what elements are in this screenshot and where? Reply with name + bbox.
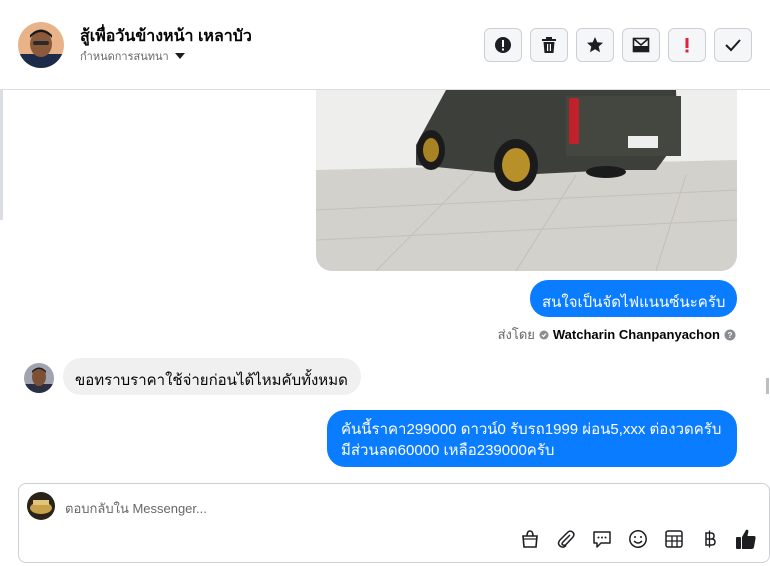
verified-icon (539, 330, 549, 339)
chat-bubble-icon (593, 531, 611, 548)
scrollbar-thumb[interactable] (766, 378, 769, 394)
star-button[interactable] (576, 28, 614, 62)
message-text: ขอทราบราคาใช้จ่ายก่อนได้ไหมคับทั้งหมด (75, 372, 348, 389)
done-button[interactable] (714, 28, 752, 62)
message-text-line: มีส่วนลด60000 เหลือ239000ครับ (341, 442, 555, 459)
like-button[interactable] (733, 526, 759, 552)
conversation-header: สู้เพื่อวันข้างหน้า เหลาบัว กำหนดการสนทน… (0, 0, 770, 90)
appointment-button[interactable] (661, 526, 687, 552)
table-icon (665, 530, 683, 548)
outgoing-message[interactable]: คันนี้ราคา299000 ดาวน์0 รับรถ1999 ผ่อน5,… (327, 410, 737, 467)
sent-by-label: ส่งโดย (497, 327, 535, 342)
svg-text:?: ? (728, 331, 733, 340)
check-icon (725, 39, 741, 52)
contact-avatar[interactable] (18, 22, 64, 68)
reply-composer: ตอบกลับใน Messenger... (18, 483, 770, 563)
emoji-button[interactable] (625, 526, 651, 552)
shop-button[interactable] (517, 526, 543, 552)
outgoing-message[interactable]: สนใจเป็นจัดไฟแนนซ์นะครับ (530, 280, 737, 317)
flag-button[interactable] (668, 28, 706, 62)
exclamation-icon (685, 38, 689, 53)
attach-button[interactable] (553, 526, 579, 552)
thumbs-up-icon (736, 529, 756, 549)
mark-unread-button[interactable] (622, 28, 660, 62)
incoming-message[interactable]: ขอทราบราคาใช้จ่ายก่อนได้ไหมคับทั้งหมด (63, 358, 361, 395)
contact-name[interactable]: สู้เพื่อวันข้างหน้า เหลาบัว (80, 24, 252, 49)
photo-attachment[interactable] (316, 90, 737, 271)
payment-button[interactable] (697, 526, 723, 552)
subtitle-label: กำหนดการสนทนา (80, 51, 169, 63)
sent-by-info: ส่งโดย Watcharin Chanpanyachon ? (498, 324, 736, 345)
saved-replies-button[interactable] (589, 526, 615, 552)
reply-input[interactable]: ตอบกลับใน Messenger... (65, 498, 207, 519)
delete-button[interactable] (530, 28, 568, 62)
emoji-icon (629, 530, 647, 548)
conversation-toolbar (484, 28, 752, 62)
paperclip-icon (557, 530, 575, 548)
alert-icon (495, 37, 511, 53)
caret-down-icon (174, 53, 185, 59)
mail-icon (632, 37, 650, 53)
page-avatar (27, 492, 55, 520)
help-icon[interactable]: ? (724, 329, 736, 341)
left-edge (0, 90, 3, 220)
baht-icon (705, 530, 716, 548)
report-button[interactable] (484, 28, 522, 62)
sender-name[interactable]: Watcharin Chanpanyachon (553, 327, 720, 342)
message-text: สนใจเป็นจัดไฟแนนซ์นะครับ (542, 294, 726, 311)
trash-icon (542, 37, 556, 53)
message-text-line: คันนี้ราคา299000 ดาวน์0 รับรถ1999 ผ่อน5,… (341, 421, 722, 438)
composer-toolbar (517, 526, 759, 552)
conversation-settings[interactable]: กำหนดการสนทนา (80, 47, 185, 65)
bag-icon (522, 530, 538, 548)
star-icon (587, 37, 603, 53)
contact-avatar-small (24, 363, 54, 393)
